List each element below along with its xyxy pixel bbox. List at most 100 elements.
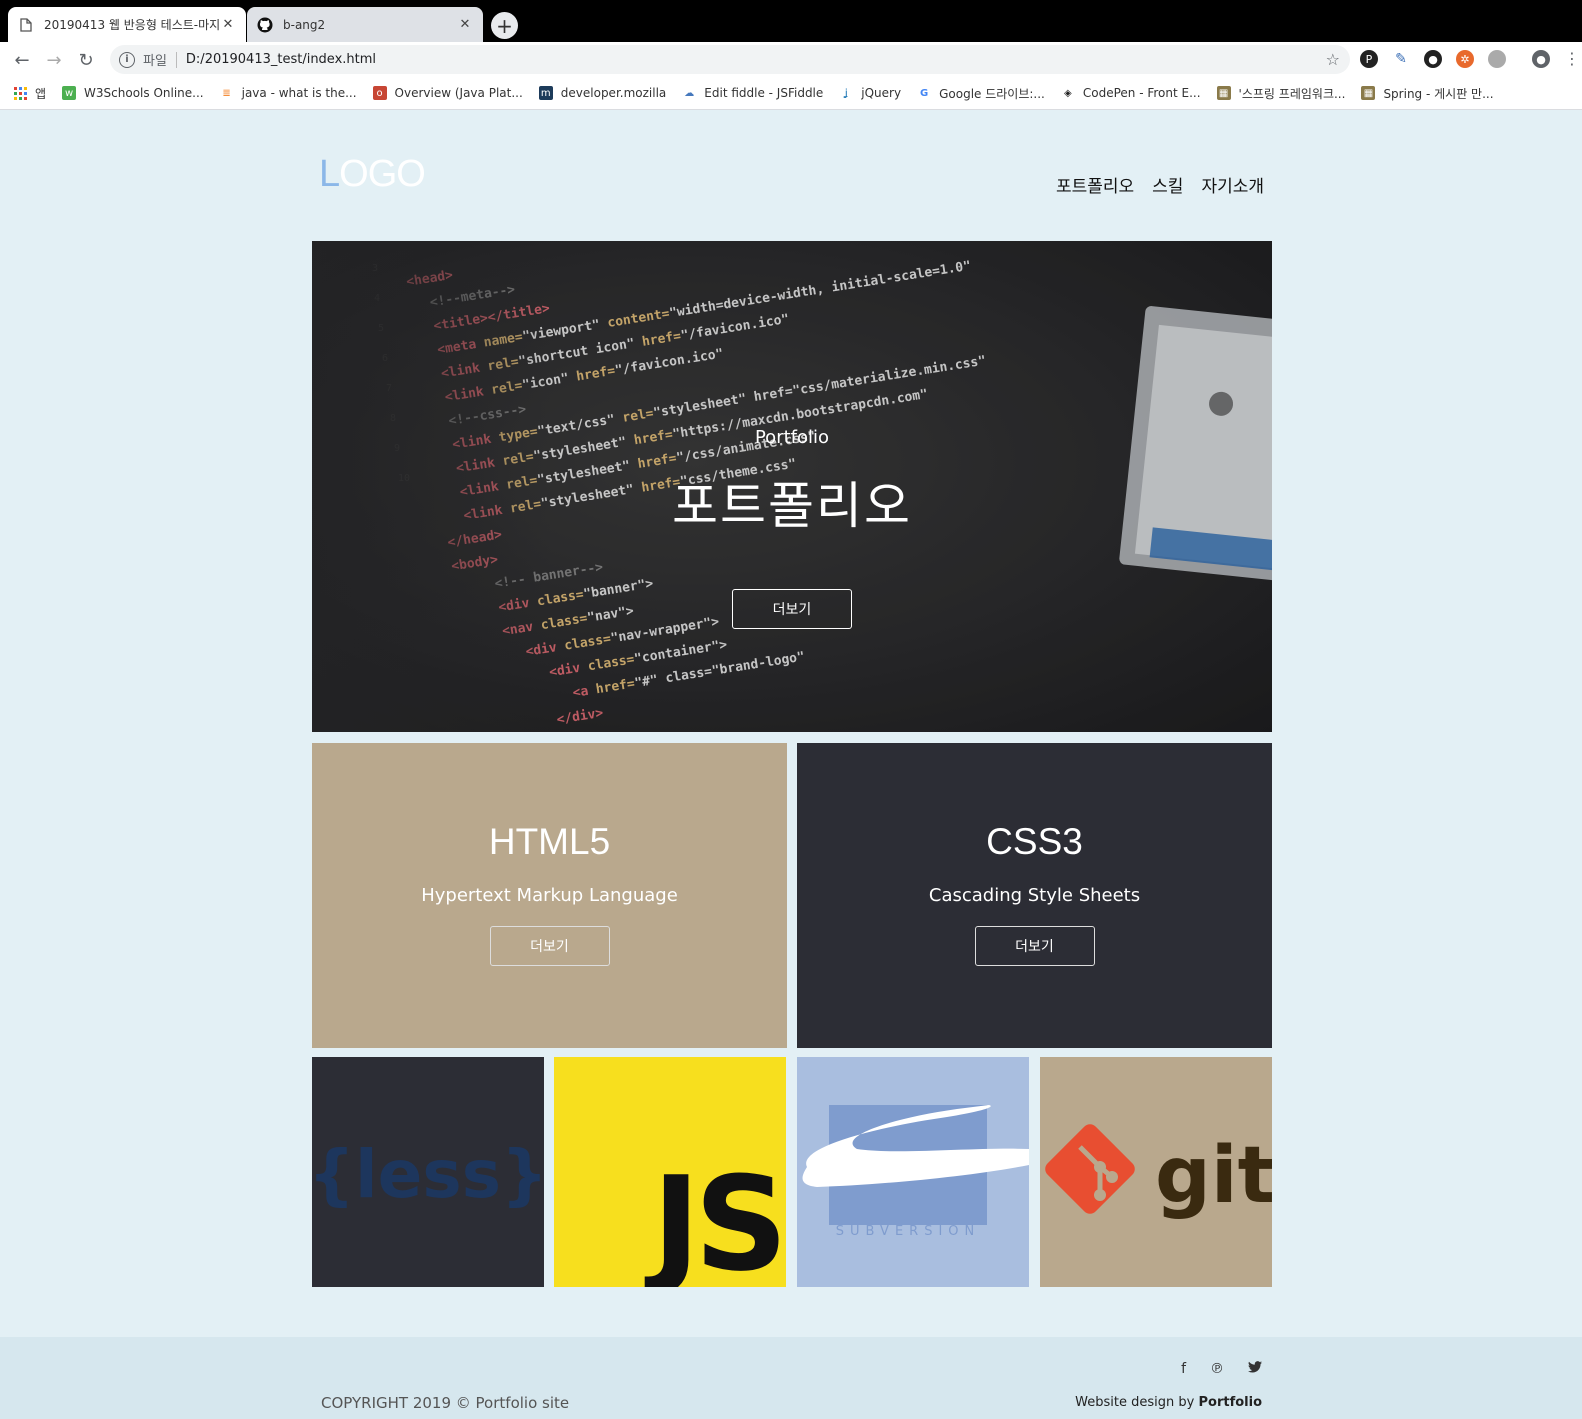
bookmark-item[interactable]: ◈ CodePen - Front E... [1060, 86, 1201, 100]
bookmark-item[interactable]: o Overview (Java Plat... [372, 86, 523, 100]
bookmark-label: Spring - 게시판 만... [1383, 86, 1494, 101]
blog-icon: ▦ [1361, 86, 1376, 100]
tile-subversion[interactable]: :: SUBVERSION [797, 1057, 1029, 1287]
apps-icon [14, 86, 27, 100]
tab-inactive[interactable]: b-ang2 ✕ [247, 7, 483, 42]
tile-javascript[interactable]: JS [554, 1057, 786, 1287]
back-arrow-icon[interactable]: ← [10, 48, 34, 72]
hero-banner: <head> <!--meta--> <title></title> <meta… [312, 241, 1272, 732]
bookmark-item[interactable]: ▦ Spring - 게시판 만... [1361, 85, 1494, 102]
reload-icon[interactable]: ↻ [74, 48, 98, 72]
bookmark-item[interactable]: ʝ jQuery [839, 86, 901, 100]
card-more-button[interactable]: 더보기 [974, 926, 1095, 966]
eyedropper-icon[interactable]: ✎ [1392, 50, 1410, 68]
nav-item-portfolio[interactable]: 포트폴리오 [1056, 172, 1134, 197]
google-icon: G [917, 86, 932, 100]
bookmark-star-icon[interactable]: ☆ [1326, 50, 1340, 69]
extensions: P ✎ ● ✲ ● ⋮ [1360, 50, 1580, 68]
tab-active[interactable]: 20190413 웹 반응형 테스트-마지 ✕ [8, 7, 246, 42]
logo-initial: L [319, 153, 340, 195]
svg-text:::: :: [835, 1177, 842, 1188]
browser-tab-strip: 20190413 웹 반응형 테스트-마지 ✕ b-ang2 ✕ + [0, 0, 1582, 42]
bookmark-item[interactable]: w W3Schools Online... [62, 86, 204, 100]
hero-title: 포트폴리오 [672, 477, 912, 535]
subversion-logo-text: SUBVERSION [836, 1224, 980, 1239]
site-logo[interactable]: LOGO [319, 153, 426, 196]
main-nav: 포트폴리오 스킬 자기소개 [1056, 172, 1264, 197]
document-icon [18, 17, 34, 33]
bookmark-label: java - what is the... [241, 86, 357, 100]
github-icon [257, 17, 273, 33]
js-logo: JS [644, 1148, 786, 1287]
tile-git[interactable]: git [1040, 1057, 1272, 1287]
nav-item-about[interactable]: 자기소개 [1201, 172, 1264, 197]
bookmark-label: Google 드라이브:... [939, 86, 1045, 101]
design-credit-prefix: Website design by [1075, 1395, 1195, 1410]
facebook-icon[interactable]: f [1181, 1361, 1186, 1377]
browser-toolbar: ← → ↻ i 파일 D:/20190413_test/index.html ☆… [0, 42, 1582, 77]
extension-icon[interactable] [1488, 50, 1506, 68]
jsfiddle-icon: ☁ [682, 86, 697, 100]
bookmark-item[interactable]: ▦ '스프링 프레임워크... [1216, 85, 1346, 102]
social-links: f ℗ [1181, 1361, 1262, 1377]
design-credit: Website design by Portfolio [1075, 1395, 1262, 1410]
stackoverflow-icon: ≣ [219, 86, 234, 100]
tile-less[interactable]: {less} [312, 1057, 544, 1287]
mozilla-icon: m [538, 86, 553, 100]
less-logo: {less} [312, 1136, 544, 1213]
bookmark-label: jQuery [861, 86, 902, 100]
tab-title: 20190413 웹 반응형 테스트-마지 [44, 18, 220, 32]
close-icon[interactable]: ✕ [220, 17, 236, 32]
address-url: D:/20190413_test/index.html [185, 52, 377, 67]
less-logo-text: {less} [312, 1136, 544, 1213]
card-title: HTML5 [488, 821, 611, 862]
bookmark-label: Overview (Java Plat... [394, 86, 523, 100]
profile-icon[interactable]: ● [1532, 50, 1550, 68]
bookmark-label: developer.mozilla [560, 86, 667, 100]
codepen-icon: ◈ [1060, 86, 1075, 100]
git-logo: git [1045, 1124, 1272, 1221]
extension-icon[interactable]: P [1360, 50, 1378, 68]
bookmarks-bar: 앱 w W3Schools Online... ≣ java - what is t… [0, 77, 1582, 110]
subversion-logo: :: SUBVERSION [802, 1105, 1029, 1239]
address-divider [175, 51, 177, 68]
bookmark-item[interactable]: ☁ Edit fiddle - JSFiddle [682, 86, 823, 100]
bookmark-item[interactable]: m developer.mozilla [538, 86, 667, 100]
nav-item-skill[interactable]: 스킬 [1152, 172, 1183, 197]
card-html5: HTML5 Hypertext Markup Language 더보기 [312, 743, 787, 1048]
pinterest-icon[interactable]: ℗ [1210, 1361, 1224, 1377]
extension-icon[interactable]: ✲ [1456, 50, 1474, 68]
hero-subtitle: Portfolio [754, 427, 830, 448]
address-bar[interactable]: i 파일 D:/20190413_test/index.html ☆ [110, 45, 1350, 74]
card-css3: CSS3 Cascading Style Sheets 더보기 [797, 743, 1272, 1048]
twitter-icon[interactable] [1248, 1361, 1262, 1377]
menu-icon[interactable]: ⋮ [1564, 51, 1580, 67]
extension-icon[interactable]: ● [1424, 50, 1442, 68]
forward-arrow-icon[interactable]: → [42, 48, 66, 72]
close-icon[interactable]: ✕ [457, 17, 473, 32]
card-description: Cascading Style Sheets [928, 885, 1141, 906]
address-protocol: 파일 [143, 54, 167, 69]
design-credit-brand[interactable]: Portfolio [1198, 1395, 1262, 1410]
info-icon[interactable]: i [119, 51, 135, 68]
bookmark-item[interactable]: ≣ java - what is the... [219, 86, 357, 100]
bookmark-item[interactable]: G Google 드라이브:... [917, 85, 1045, 102]
js-logo-text: JS [644, 1148, 782, 1287]
blog-icon: ▦ [1216, 86, 1231, 100]
hero-more-button[interactable]: 더보기 [732, 589, 852, 629]
tab-title: b-ang2 [283, 17, 326, 32]
bookmark-label: '스프링 프레임워크... [1238, 86, 1346, 101]
bookmark-label: CodePen - Front E... [1082, 86, 1201, 100]
oracle-icon: o [372, 86, 387, 100]
logo-rest: OGO [339, 153, 426, 195]
site-footer: f ℗ COPYRIGHT 2019 © Portfolio site Webs… [0, 1337, 1582, 1419]
w3schools-icon: w [62, 86, 77, 100]
card-title: CSS3 [986, 821, 1083, 862]
bookmark-label: 앱 [35, 86, 47, 101]
copyright-text: COPYRIGHT 2019 © Portfolio site [321, 1394, 570, 1412]
card-more-button[interactable]: 더보기 [489, 926, 610, 966]
git-logo-text: git [1155, 1131, 1272, 1221]
new-tab-button[interactable]: + [491, 12, 518, 39]
card-description: Hypertext Markup Language [421, 885, 678, 906]
bookmark-item[interactable]: 앱 [14, 85, 46, 102]
